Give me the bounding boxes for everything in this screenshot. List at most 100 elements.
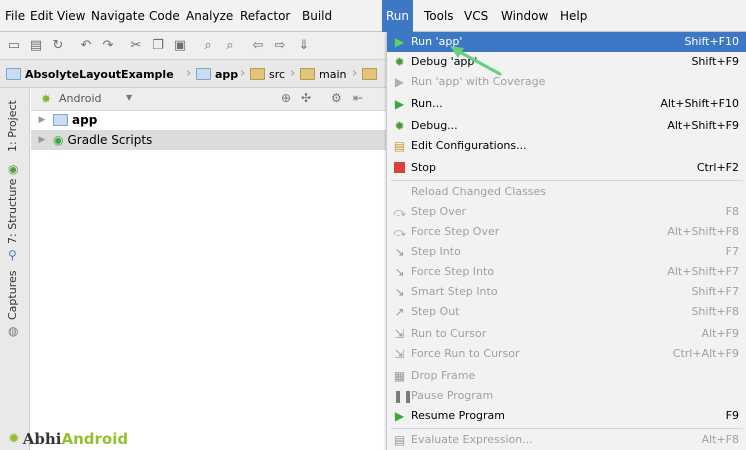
sync-icon[interactable]: ↻ [50,38,66,54]
menu-item-shortcut: Alt+F9 [701,327,739,340]
step-over-icon: ⤼ [393,205,406,219]
watermark-accent: Android [61,430,129,448]
scroll-from-source-icon[interactable]: ⊕ [281,91,291,105]
menu-item-label: Run to Cursor [411,327,487,340]
project-folder-icon [6,68,21,80]
breadcrumb-project[interactable]: AbsolyteLayoutExample [6,66,174,82]
menu-item-shortcut: Shift+F9 [691,55,739,68]
breadcrumb-label: main [319,67,347,81]
force-step-over-icon: ⤼ [393,225,406,239]
menu-item-drop-frame[interactable]: ▦ Drop Frame [387,366,746,386]
tab-structure[interactable]: 7: Structure [6,179,19,244]
hide-panel-icon[interactable]: ⇤ [353,91,363,105]
tab-captures[interactable]: Captures [6,271,19,320]
tab-captures-label: Captures [6,270,19,320]
cut-icon[interactable]: ✂ [128,38,144,54]
menu-file[interactable]: File [5,9,25,23]
chevron-down-icon[interactable]: ▼ [126,93,132,102]
menu-item-run-to-cursor[interactable]: ⇲ Run to Cursor Alt+F9 [387,324,746,344]
tree-item-label: app [72,113,98,127]
captures-icon: ◍ [8,324,19,338]
watermark-logo: ✹ Abhi Android [8,430,128,448]
replace-icon[interactable]: ⌕ [222,38,238,54]
make-icon[interactable]: ⇓ [296,38,312,54]
menu-item-force-step-over[interactable]: ⤼ Force Step Over Alt+Shift+F8 [387,222,746,242]
menu-item-label: Force Run to Cursor [411,347,520,360]
chevron-right-icon: › [240,66,246,81]
menu-code[interactable]: Code [149,9,180,23]
menu-item-run[interactable]: ▶ Run... Alt+Shift+F10 [387,94,746,114]
module-folder-icon [196,68,211,80]
menu-vcs[interactable]: VCS [464,9,488,23]
find-icon[interactable]: ⌕ [200,38,216,54]
breadcrumb-app[interactable]: app [196,66,238,82]
menu-item-reload-changed-classes[interactable]: Reload Changed Classes [387,182,746,202]
menu-build[interactable]: Build [302,9,332,23]
expand-arrow-icon[interactable]: ▶ [35,115,49,125]
forward-icon[interactable]: ⇨ [272,38,288,54]
menu-item-edit-configurations[interactable]: ▤ Edit Configurations... [387,136,746,156]
copy-icon[interactable]: ❐ [150,38,166,54]
menu-navigate[interactable]: Navigate [91,9,145,23]
settings-icon[interactable]: ⚙ [331,91,342,105]
menu-refactor[interactable]: Refactor [240,9,290,23]
view-selector[interactable]: Android [59,92,102,105]
folder-icon [362,68,377,80]
menu-item-label: Debug... [411,119,458,132]
menu-item-stop[interactable]: Stop Ctrl+F2 [387,158,746,178]
menu-view[interactable]: View [57,9,85,23]
menu-item-label: Step Into [411,245,461,258]
menu-help[interactable]: Help [560,9,587,23]
watermark-brand: Abhi [22,430,62,448]
menu-item-shortcut: Alt+Shift+F10 [660,97,739,110]
menu-item-evaluate-expression[interactable]: ▤ Evaluate Expression... Alt+F8 [387,430,746,450]
undo-icon[interactable]: ↶ [78,38,94,54]
menu-item-label: Pause Program [411,389,494,402]
menu-item-debug[interactable]: ✹ Debug... Alt+Shift+F9 [387,116,746,136]
tab-project[interactable]: 1: Project [6,100,19,152]
menu-item-label: Run... [411,97,443,110]
menu-tools[interactable]: Tools [424,9,454,23]
menu-item-label: Stop [411,161,437,174]
chevron-right-icon: › [290,66,296,81]
menu-item-step-out[interactable]: ↗ Step Out Shift+F8 [387,302,746,322]
menu-bar: File Edit View Navigate Code Analyze Ref… [0,0,746,32]
menu-item-resume-program[interactable]: ▶ Resume Program F9 [387,406,746,426]
pause-icon: ❚❚ [393,389,414,403]
gradle-icon: ◉ [53,133,64,147]
collapse-all-icon[interactable]: ✣ [301,91,311,105]
menu-item-step-into[interactable]: ↘ Step Into F7 [387,242,746,262]
menu-item-force-run-to-cursor[interactable]: ⇲ Force Run to Cursor Ctrl+Alt+F9 [387,344,746,364]
android-icon: ◉ [8,162,19,176]
menu-analyze[interactable]: Analyze [186,9,233,23]
menu-separator [391,180,743,181]
menu-item-label: Reload Changed Classes [411,185,546,198]
breadcrumb-label: app [215,67,239,81]
tree-item-label: Gradle Scripts [67,133,153,147]
menu-item-smart-step-into[interactable]: ↘ Smart Step Into Shift+F7 [387,282,746,302]
menu-edit[interactable]: Edit [30,9,53,23]
menu-item-label: Smart Step Into [411,285,498,298]
step-into-icon: ↘ [394,245,405,259]
tree-item-app[interactable]: ▶ app [31,110,386,130]
menu-item-label: Force Step Over [411,225,500,238]
back-icon[interactable]: ⇦ [250,38,266,54]
resume-icon: ▶ [394,409,405,423]
menu-window[interactable]: Window [501,9,548,23]
menu-item-shortcut: Ctrl+F2 [696,161,739,174]
menu-run[interactable]: Run [382,0,414,32]
tool-window-strip: 1: Project ◉ 7: Structure ⚲ Captures ◍ [0,88,30,450]
breadcrumb-next[interactable] [362,66,381,82]
menu-item-force-step-into[interactable]: ↘ Force Step Into Alt+Shift+F7 [387,262,746,282]
paste-icon[interactable]: ▣ [172,38,188,54]
tree-item-gradle-scripts[interactable]: ▶ ◉ Gradle Scripts [31,130,386,150]
menu-item-pause-program[interactable]: ❚❚ Pause Program [387,386,746,406]
run-icon: ▶ [394,97,405,111]
breadcrumb-src[interactable]: src [250,66,285,82]
save-icon[interactable]: ▤ [28,38,44,54]
redo-icon[interactable]: ↷ [100,38,116,54]
breadcrumb-main[interactable]: main [300,66,346,82]
open-folder-icon[interactable]: ▭ [6,38,22,54]
expand-arrow-icon[interactable]: ▶ [35,135,49,145]
menu-item-step-over[interactable]: ⤼ Step Over F8 [387,202,746,222]
